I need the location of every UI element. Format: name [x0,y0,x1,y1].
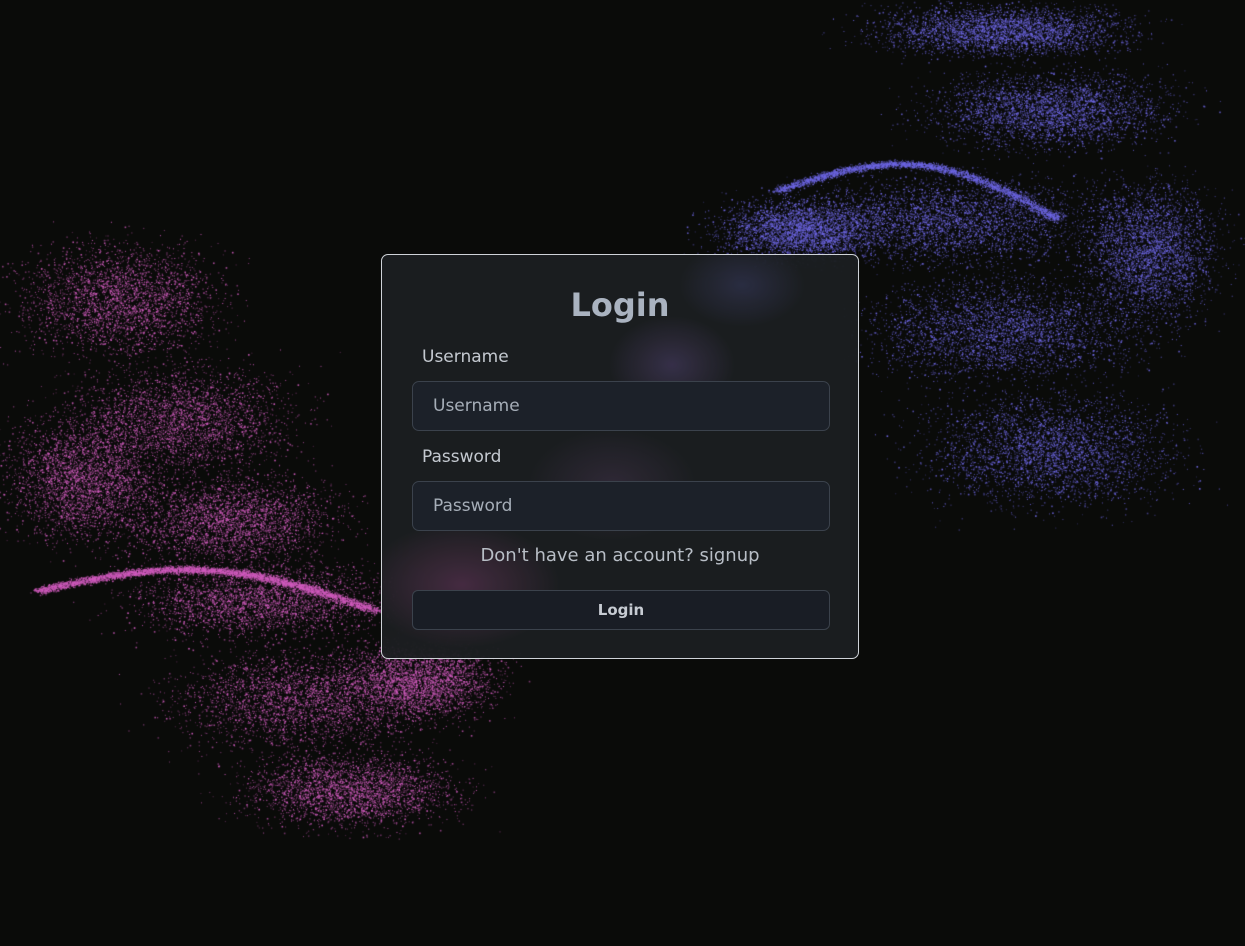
password-input[interactable] [412,481,830,531]
login-card: Login Username Password Don't have an ac… [381,254,859,659]
username-input[interactable] [412,381,830,431]
username-label: Username [422,347,509,367]
login-button[interactable]: Login [412,590,830,630]
password-label: Password [422,447,502,467]
signup-prompt-text: Don't have an account? [480,545,694,566]
signup-link[interactable]: signup [700,545,760,566]
page-title: Login [570,286,670,324]
login-page: Login Username Password Don't have an ac… [0,0,1245,946]
signup-prompt: Don't have an account? signup [382,547,858,565]
